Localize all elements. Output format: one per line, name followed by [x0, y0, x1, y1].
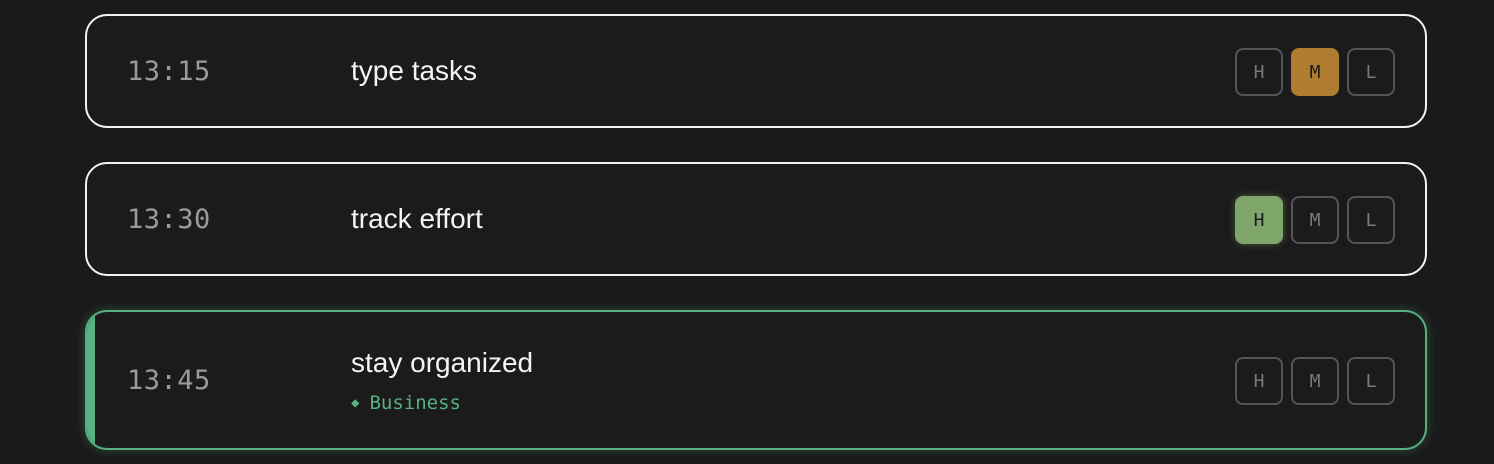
- priority-high-button[interactable]: H: [1235, 48, 1283, 96]
- priority-selector: H M L: [1235, 48, 1395, 96]
- task-title: track effort: [351, 203, 483, 234]
- task-list: 13:15 type tasks H M L 13:30 track effor…: [0, 0, 1494, 464]
- priority-selector: H M L: [1235, 196, 1395, 244]
- task-title: stay organized: [351, 347, 534, 378]
- priority-medium-button[interactable]: M: [1291, 196, 1339, 244]
- diamond-icon: ◆: [351, 395, 360, 411]
- task-card[interactable]: 13:30 track effort H M L: [85, 162, 1427, 276]
- category-tag: ◆ Business: [351, 392, 461, 414]
- priority-low-button[interactable]: L: [1347, 48, 1395, 96]
- category-label: Business: [369, 392, 461, 414]
- task-card[interactable]: 13:15 type tasks H M L: [85, 14, 1427, 128]
- priority-medium-button[interactable]: M: [1291, 48, 1339, 96]
- active-accent-bar: [87, 312, 95, 448]
- priority-medium-button[interactable]: M: [1291, 357, 1339, 405]
- task-time: 13:30: [127, 204, 211, 235]
- priority-low-button[interactable]: L: [1347, 357, 1395, 405]
- task-title: type tasks: [351, 55, 478, 86]
- priority-selector: H M L: [1235, 357, 1395, 405]
- task-card-active[interactable]: 13:45 stay organized ◆ Business H M L: [85, 310, 1427, 450]
- priority-low-button[interactable]: L: [1347, 196, 1395, 244]
- priority-high-button[interactable]: H: [1235, 196, 1283, 244]
- priority-high-button[interactable]: H: [1235, 357, 1283, 405]
- task-time: 13:15: [127, 56, 211, 87]
- task-time: 13:45: [127, 365, 211, 396]
